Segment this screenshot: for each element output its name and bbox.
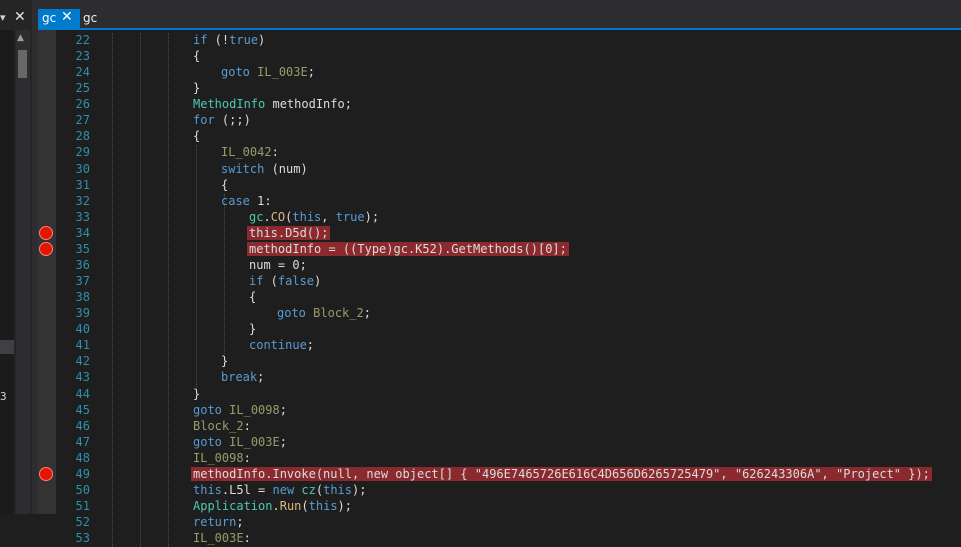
code-line[interactable]: continue; bbox=[249, 338, 314, 352]
code-line[interactable]: this.D5d(); bbox=[247, 225, 331, 240]
line-number: 49 bbox=[75, 466, 90, 481]
indent-guide bbox=[224, 193, 225, 355]
code-line[interactable]: } bbox=[193, 81, 200, 95]
tab-gc-active[interactable]: gc ✕ bbox=[38, 9, 80, 29]
code-line[interactable]: IL_0098: bbox=[193, 451, 251, 465]
code-line[interactable]: Application.Run(this); bbox=[193, 499, 352, 513]
line-number: 42 bbox=[75, 354, 90, 369]
line-number: 44 bbox=[75, 386, 90, 401]
line-number: 38 bbox=[75, 290, 90, 305]
line-number: 30 bbox=[75, 161, 90, 176]
line-number: 27 bbox=[75, 113, 90, 128]
left-panel-scrollbar[interactable] bbox=[16, 30, 30, 514]
line-number: 26 bbox=[75, 97, 90, 112]
tab-strip: gc ✕ gc bbox=[38, 0, 961, 30]
line-number: 52 bbox=[75, 515, 90, 530]
code-line[interactable]: } bbox=[221, 354, 228, 368]
line-number: 43 bbox=[75, 370, 90, 385]
line-number: 28 bbox=[75, 129, 90, 144]
breakpoint-icon[interactable] bbox=[39, 225, 53, 240]
line-number: 33 bbox=[75, 209, 90, 224]
line-number: 50 bbox=[75, 482, 90, 497]
code-line[interactable]: { bbox=[221, 178, 228, 192]
line-number: 32 bbox=[75, 193, 90, 208]
line-number: 34 bbox=[75, 225, 90, 240]
code-line[interactable]: IL_0042: bbox=[221, 145, 279, 159]
code-line[interactable]: case 1: bbox=[221, 194, 272, 208]
code-line[interactable]: for (;;) bbox=[193, 113, 251, 127]
line-number: 41 bbox=[75, 338, 90, 353]
code-line[interactable]: num = 0; bbox=[249, 258, 307, 272]
line-number: 46 bbox=[75, 418, 90, 433]
code-line[interactable]: { bbox=[193, 49, 200, 63]
code-line[interactable]: goto Block_2; bbox=[277, 306, 371, 320]
line-number: 24 bbox=[75, 65, 90, 80]
close-tab-icon[interactable]: ✕ bbox=[61, 9, 73, 25]
code-line[interactable]: if (!true) bbox=[193, 33, 265, 47]
breakpoint-highlight: this.D5d(); bbox=[247, 225, 331, 240]
line-number: 35 bbox=[75, 241, 90, 256]
code-line[interactable]: { bbox=[193, 129, 200, 143]
tab-label: gc bbox=[42, 11, 57, 25]
indent-guide bbox=[112, 33, 113, 547]
left-panel-list[interactable] bbox=[0, 30, 14, 514]
line-number: 45 bbox=[75, 402, 90, 417]
line-number: 40 bbox=[75, 322, 90, 337]
line-number: 47 bbox=[75, 434, 90, 449]
left-dock-panel: ▾ ✕ 3 ▲ bbox=[0, 0, 32, 514]
code-line[interactable]: IL_003E: bbox=[193, 531, 251, 545]
line-number: 25 bbox=[75, 81, 90, 96]
tab-label: gc bbox=[83, 11, 98, 25]
dropdown-arrow-icon[interactable]: ▾ bbox=[0, 11, 6, 24]
breakpoint-margin[interactable] bbox=[38, 30, 56, 514]
code-line[interactable]: MethodInfo methodInfo; bbox=[193, 97, 352, 111]
line-number: 22 bbox=[75, 33, 90, 47]
close-icon[interactable]: ✕ bbox=[14, 9, 26, 25]
scrollbar-thumb[interactable] bbox=[18, 50, 27, 78]
code-line[interactable]: return; bbox=[193, 515, 244, 529]
code-line[interactable]: methodInfo = ((Type)gc.K52).GetMethods()… bbox=[247, 241, 569, 256]
left-panel-selected-row[interactable] bbox=[0, 340, 14, 354]
code-line[interactable]: { bbox=[249, 290, 256, 304]
line-number: 48 bbox=[75, 450, 90, 465]
code-line[interactable]: } bbox=[249, 322, 256, 336]
indent-guide bbox=[140, 33, 141, 547]
code-line[interactable]: goto IL_003E; bbox=[221, 65, 315, 79]
line-number: 36 bbox=[75, 257, 90, 272]
code-editor[interactable]: 22 if (!true) 23 {24 goto IL_003E; 25} 26 Metho… bbox=[38, 30, 961, 547]
code-line[interactable]: this.L5l = new cz(this); bbox=[193, 483, 366, 497]
code-line[interactable]: goto IL_003E; bbox=[193, 435, 287, 449]
code-line[interactable]: if (false) bbox=[249, 274, 321, 288]
breakpoint-highlight: methodInfo = ((Type)gc.K52).GetMethods()… bbox=[247, 241, 569, 256]
code-line[interactable]: Block_2: bbox=[193, 419, 251, 433]
breakpoint-highlight: methodInfo.Invoke(null, new object[] { "… bbox=[191, 466, 932, 481]
code-line[interactable]: methodInfo.Invoke(null, new object[] { "… bbox=[191, 466, 932, 481]
line-number: 29 bbox=[75, 145, 90, 160]
indent-guide bbox=[168, 33, 169, 547]
code-line[interactable]: switch (num) bbox=[221, 162, 308, 176]
left-panel-header: ▾ ✕ bbox=[0, 9, 32, 29]
scroll-up-arrow-icon[interactable]: ▲ bbox=[17, 33, 24, 43]
indent-guide bbox=[196, 145, 197, 387]
left-panel-text-fragment: 3 bbox=[0, 390, 7, 403]
line-number: 31 bbox=[75, 177, 90, 192]
code-line[interactable]: goto IL_0098; bbox=[193, 403, 287, 417]
line-number: 37 bbox=[75, 274, 90, 289]
tab-gc-preview[interactable]: gc bbox=[80, 9, 110, 29]
code-line[interactable]: } bbox=[193, 387, 200, 401]
line-number: 23 bbox=[75, 49, 90, 64]
code-line[interactable]: break; bbox=[221, 370, 264, 384]
breakpoint-icon[interactable] bbox=[39, 466, 53, 481]
line-number: 53 bbox=[75, 531, 90, 546]
breakpoint-icon[interactable] bbox=[39, 241, 53, 256]
code-line[interactable]: gc.CO(this, true); bbox=[249, 210, 379, 224]
line-number: 39 bbox=[75, 306, 90, 321]
line-number: 51 bbox=[75, 499, 90, 514]
